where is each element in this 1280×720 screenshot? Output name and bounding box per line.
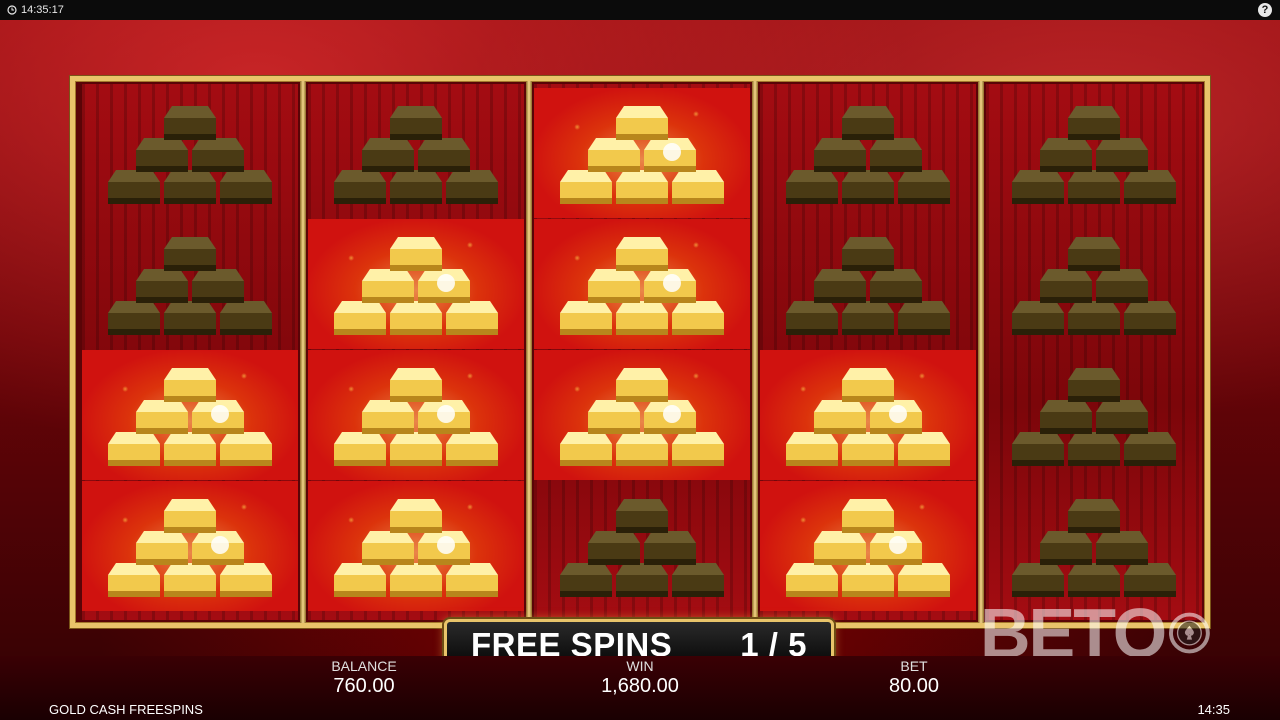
reel-3 <box>534 84 750 620</box>
shiny-gold-bars-icon <box>334 499 498 597</box>
shiny-gold-bars-icon <box>560 237 724 335</box>
balance-value: 760.00 <box>333 675 395 697</box>
bottom-clock: 14:35 <box>1197 702 1230 717</box>
game-stage: FREE SPINS 1 / 5 BETO <box>0 20 1280 671</box>
clock-icon <box>7 5 17 15</box>
dark-gold-bars-icon <box>108 106 272 204</box>
reel-divider <box>752 81 758 623</box>
bet-display: BET 80.00 <box>814 658 1014 698</box>
shiny-gold-bars-icon <box>334 368 498 466</box>
win-display: WIN 1,680.00 <box>540 658 740 698</box>
reel-2 <box>308 84 524 620</box>
shiny-gold-bars-icon <box>334 237 498 335</box>
shiny-gold-bars-symbol <box>82 481 298 611</box>
poker-chip-icon <box>1169 612 1210 654</box>
dark-gold-bars-symbol <box>534 481 750 611</box>
dark-gold-bars-icon <box>786 106 950 204</box>
dark-gold-bars-symbol <box>82 88 298 218</box>
dark-gold-bars-icon <box>1012 499 1176 597</box>
dark-gold-bars-symbol <box>986 350 1202 480</box>
reel-5 <box>986 84 1202 620</box>
shiny-gold-bars-icon <box>786 499 950 597</box>
shiny-gold-bars-symbol <box>308 350 524 480</box>
clock: 14:35:17 <box>7 4 64 16</box>
bet-label: BET <box>900 658 928 674</box>
shiny-gold-bars-symbol <box>308 219 524 349</box>
dark-gold-bars-icon <box>108 237 272 335</box>
balance-display: BALANCE 760.00 <box>264 658 464 698</box>
reel-divider <box>978 81 984 623</box>
reel-frame <box>70 76 1210 628</box>
help-icon[interactable]: ? <box>1258 3 1272 17</box>
top-status-bar: 14:35:17 ? <box>0 0 1280 20</box>
dark-gold-bars-symbol <box>986 88 1202 218</box>
dark-gold-bars-symbol <box>986 481 1202 611</box>
dark-gold-bars-symbol <box>760 88 976 218</box>
clock-time: 14:35:17 <box>21 4 64 16</box>
dark-gold-bars-symbol <box>82 219 298 349</box>
dark-gold-bars-icon <box>334 106 498 204</box>
shiny-gold-bars-icon <box>108 368 272 466</box>
dark-gold-bars-icon <box>1012 106 1176 204</box>
dark-gold-bars-icon <box>1012 368 1176 466</box>
bet-value: 80.00 <box>888 675 940 697</box>
shiny-gold-bars-symbol <box>82 350 298 480</box>
shiny-gold-bars-symbol <box>760 481 976 611</box>
bottom-bar: BALANCE 760.00 WIN 1,680.00 BET 80.00 GO… <box>0 656 1280 720</box>
dark-gold-bars-icon <box>1012 237 1176 335</box>
dark-gold-bars-icon <box>786 237 950 335</box>
shiny-gold-bars-icon <box>560 106 724 204</box>
dark-gold-bars-icon <box>560 499 724 597</box>
shiny-gold-bars-symbol <box>534 219 750 349</box>
dark-gold-bars-symbol <box>308 88 524 218</box>
shiny-gold-bars-symbol <box>308 481 524 611</box>
reel-divider <box>300 81 306 623</box>
shiny-gold-bars-symbol <box>534 88 750 218</box>
reel-divider <box>526 81 532 623</box>
shiny-gold-bars-icon <box>108 499 272 597</box>
win-label: WIN <box>626 658 654 674</box>
game-name: GOLD CASH FREESPINS <box>49 702 203 717</box>
shiny-gold-bars-icon <box>786 368 950 466</box>
shiny-gold-bars-symbol <box>760 350 976 480</box>
shiny-gold-bars-icon <box>560 368 724 466</box>
shiny-gold-bars-symbol <box>534 350 750 480</box>
win-value: 1,680.00 <box>601 675 679 697</box>
dark-gold-bars-symbol <box>760 219 976 349</box>
reel-4 <box>760 84 976 620</box>
dark-gold-bars-symbol <box>986 219 1202 349</box>
balance-label: BALANCE <box>331 658 397 674</box>
reel-1 <box>82 84 298 620</box>
